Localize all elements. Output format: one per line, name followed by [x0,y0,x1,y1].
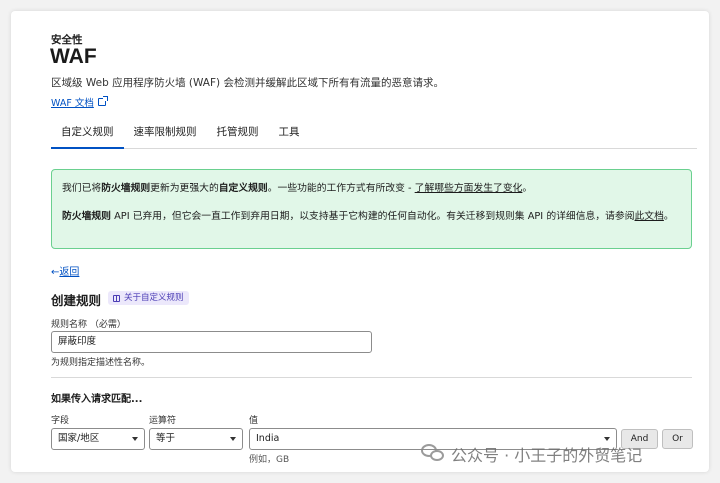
waf-docs-link[interactable]: WAF 文档 [51,95,108,109]
back-link-label: 返回 [59,267,80,278]
book-icon [113,294,120,302]
field-select[interactable]: 国家/地区 [51,428,145,450]
tab-managed-rules[interactable]: 托管规则 [207,121,269,149]
value-select-value: India [256,433,280,444]
notice-text: 。一些功能的工作方式有所改变 - [267,183,415,194]
tab-bar: 自定义规则 速率限制规则 托管规则 工具 [51,121,697,149]
about-custom-rules-pill[interactable]: 关于自定义规则 [108,291,189,305]
field-label: 字段 [51,416,70,426]
notice-text: API 已弃用，但它会一直工作到弃用日期，以支持基于它构建的任何自动化。有关迁移… [110,211,635,222]
tab-tools[interactable]: 工具 [269,121,310,149]
create-rule-heading: 创建规则 [51,293,102,308]
learn-changes-link[interactable]: 了解哪些方面发生了变化 [415,183,523,194]
migration-notice: 我们已将防火墙规则更新为更强大的自定义规则。一些功能的工作方式有所改变 - 了解… [51,169,692,249]
chevron-down-icon [604,437,610,441]
this-doc-link[interactable]: 此文档 [635,211,664,222]
chevron-down-icon [132,437,138,441]
page-description: 区域级 Web 应用程序防火墙 (WAF) 会检测并缓解此区域下所有有流量的恶意… [51,77,444,89]
back-link[interactable]: ←返回 [51,263,79,278]
or-button[interactable]: Or [662,429,693,449]
notice-bold: 自定义规则 [218,183,268,194]
match-heading: 如果传入请求匹配... [51,394,143,405]
notice-text: 。 [663,211,674,222]
section-divider [51,377,692,378]
operator-label: 运算符 [149,416,177,426]
tab-rate-limiting-rules[interactable]: 速率限制规则 [124,121,207,149]
value-label: 值 [249,416,259,426]
notice-text: 更新为更强大的 [150,183,219,194]
operator-select[interactable]: 等于 [149,428,243,450]
rule-name-input[interactable]: 屏蔽印度 [51,331,372,353]
field-select-value: 国家/地区 [58,433,100,444]
notice-paragraph-1: 我们已将防火墙规则更新为更强大的自定义规则。一些功能的工作方式有所改变 - 了解… [62,181,681,197]
notice-paragraph-2: 防火墙规则 API 已弃用，但它会一直工作到弃用日期，以支持基于它构建的任何自动… [62,209,681,225]
rule-name-label: 规则名称 （必需） [51,320,126,330]
notice-bold: 防火墙规则 [62,211,111,222]
page-title: WAF [50,45,97,68]
external-link-icon [97,96,108,106]
about-custom-rules-label: 关于自定义规则 [124,293,184,303]
notice-bold: 防火墙规则 [101,183,151,194]
tab-custom-rules[interactable]: 自定义规则 [51,121,124,149]
rule-name-hint: 为规则指定描述性名称。 [51,358,151,368]
main-panel: 安全性 WAF 区域级 Web 应用程序防火墙 (WAF) 会检测并缓解此区域下… [11,11,709,472]
waf-docs-link-label: WAF 文档 [51,98,94,109]
notice-text: 我们已将 [62,183,102,194]
chevron-down-icon [230,437,236,441]
operator-select-value: 等于 [156,433,176,444]
watermark-text: 公众号 · 小王子的外贸笔记 [451,446,643,465]
watermark: 公众号 · 小王子的外贸笔记 [421,442,642,466]
notice-text: 。 [522,183,533,194]
value-hint: 例如，GB [249,455,290,465]
wechat-icon [421,444,445,464]
